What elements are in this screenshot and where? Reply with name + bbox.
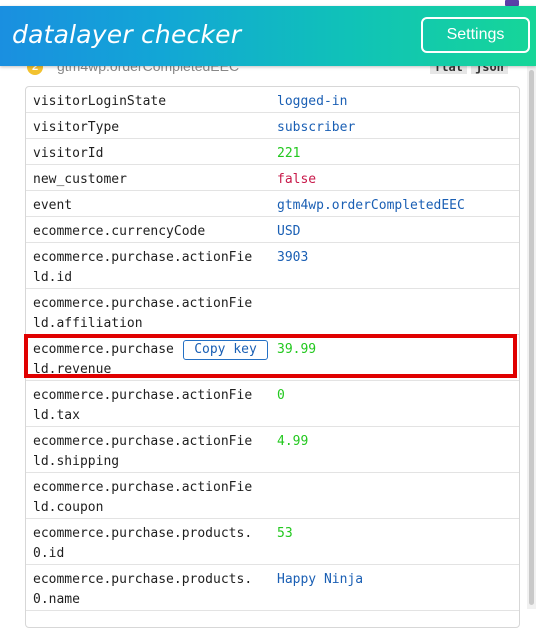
table-row[interactable]: new_customer false: [26, 165, 519, 191]
row-value: 0: [277, 388, 285, 403]
table-row-hovered[interactable]: ecommerce.purchase ld.revenue Copy key 3…: [26, 335, 519, 381]
datalayer-table: visitorLoginState logged-in visitorType …: [25, 86, 520, 628]
app-header: datalayer checker Settings: [0, 6, 536, 66]
table-row[interactable]: ecommerce.purchase.actionFie ld.tax 0: [26, 381, 519, 427]
row-key: visitorId: [33, 146, 104, 161]
row-key: ecommerce.purchase.actionFie ld.affiliat…: [33, 296, 253, 331]
row-value: 3903: [277, 250, 309, 265]
table-row[interactable]: ecommerce.currencyCode USD: [26, 217, 519, 243]
row-value: gtm4wp.orderCompletedEEC: [277, 198, 465, 213]
row-key: event: [33, 198, 73, 213]
row-key: visitorType: [33, 120, 120, 135]
row-value: Happy Ninja: [277, 572, 364, 587]
row-value: 221: [277, 146, 301, 161]
table-row[interactable]: visitorLoginState logged-in: [26, 87, 519, 113]
row-value: logged-in: [277, 94, 348, 109]
table-row[interactable]: ecommerce.purchase.products. 0.id 53: [26, 519, 519, 565]
table-row[interactable]: ecommerce.purchase.actionFie ld.id 3903: [26, 243, 519, 289]
settings-button[interactable]: Settings: [421, 17, 530, 53]
table-row[interactable]: ecommerce.purchase.actionFie ld.coupon: [26, 473, 519, 519]
row-key: ecommerce.currencyCode: [33, 224, 206, 239]
row-key: ecommerce.purchase.products. 0.id: [33, 526, 253, 561]
row-value: USD: [277, 224, 301, 239]
row-key: ecommerce.purchase.actionFie ld.tax: [33, 388, 253, 423]
row-key: ecommerce.purchase.actionFie ld.shipping: [33, 434, 253, 469]
table-row[interactable]: event gtm4wp.orderCompletedEEC: [26, 191, 519, 217]
scrollbar-thumb[interactable]: [529, 70, 534, 605]
table-row[interactable]: ecommerce.purchase.actionFie ld.shipping…: [26, 427, 519, 473]
row-key: ecommerce.purchase.actionFie ld.id: [33, 250, 253, 285]
table-row[interactable]: visitorType subscriber: [26, 113, 519, 139]
row-key: ecommerce.purchase.products. 0.name: [33, 572, 253, 607]
row-key: ecommerce.purchase.actionFie ld.coupon: [33, 480, 253, 515]
table-row[interactable]: visitorId 221: [26, 139, 519, 165]
row-value: 53: [277, 526, 293, 541]
table-row[interactable]: ecommerce.purchase.products. 0.name Happ…: [26, 565, 519, 611]
row-value: subscriber: [277, 120, 356, 135]
table-row[interactable]: ecommerce.purchase.actionFie ld.affiliat…: [26, 289, 519, 335]
row-key: new_customer: [33, 172, 127, 187]
row-value: 39.99: [277, 342, 317, 357]
row-key: visitorLoginState: [33, 94, 167, 109]
copy-key-button[interactable]: Copy key: [183, 340, 268, 360]
row-value: false: [277, 172, 317, 187]
app-title: datalayer checker: [12, 20, 242, 49]
row-value: 4.99: [277, 434, 309, 449]
